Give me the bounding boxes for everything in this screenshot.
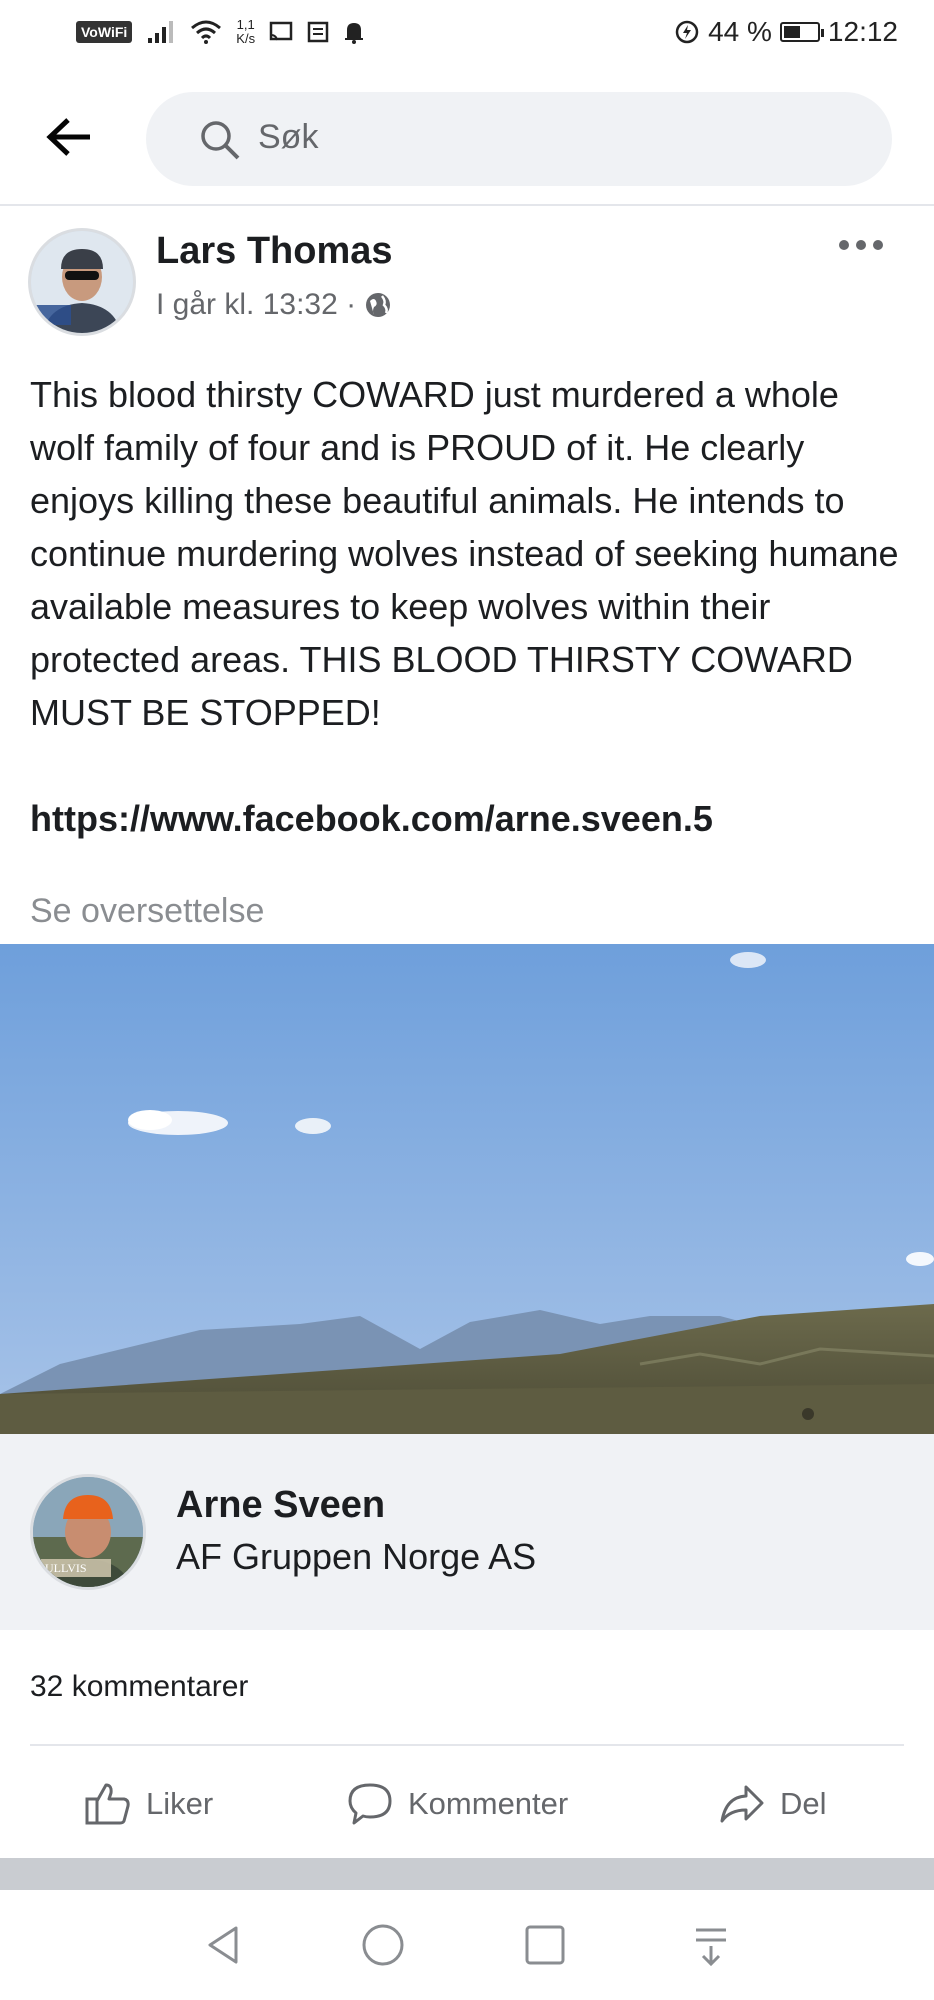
network-speed: 1,1 K/s	[236, 17, 256, 46]
battery-percent: 44 %	[708, 16, 772, 47]
author-name[interactable]: Lars Thomas	[156, 230, 393, 273]
back-arrow-icon[interactable]	[42, 112, 96, 162]
status-bar: VoWiFi 1,1 K/s 44 % 12:12	[0, 0, 934, 70]
see-translation-link[interactable]: Se oversettelse	[30, 892, 264, 931]
vowifi-indicator: VoWiFi	[76, 21, 133, 43]
more-options-icon[interactable]	[836, 230, 886, 260]
post-timestamp[interactable]: I går kl. 13:32 ·	[156, 288, 356, 322]
notification-icon	[307, 21, 329, 43]
comment-button[interactable]: Kommenter	[346, 1778, 568, 1830]
share-label: Del	[780, 1786, 827, 1821]
globe-icon	[366, 293, 391, 317]
post-image[interactable]	[0, 944, 934, 1434]
nav-back-icon[interactable]	[198, 1920, 248, 1970]
thumbs-up-icon	[85, 1783, 130, 1825]
card-subtitle: AF Gruppen Norge AS	[176, 1536, 537, 1577]
like-label: Liker	[146, 1786, 214, 1821]
charging-icon	[675, 20, 699, 44]
post-meta: I går kl. 13:32 ·	[156, 288, 392, 322]
clock: 12:12	[827, 16, 898, 47]
post-body: This blood thirsty COWARD just murdered …	[30, 374, 899, 733]
avatar-watermark: ULLVIS	[45, 1561, 87, 1575]
comment-label: Kommenter	[408, 1786, 569, 1821]
cast-icon	[269, 21, 293, 41]
system-nav-bar	[0, 1890, 934, 2000]
profile-avatar[interactable]: ULLVIS	[30, 1474, 146, 1590]
search-icon	[201, 121, 240, 160]
author-avatar[interactable]	[28, 228, 136, 336]
comment-icon	[348, 1783, 392, 1825]
share-button[interactable]: Del	[718, 1778, 827, 1830]
share-icon	[720, 1785, 764, 1823]
post-link[interactable]: https://www.facebook.com/arne.sveen.5	[30, 798, 713, 840]
nav-notifications-pull-icon[interactable]	[686, 1920, 736, 1970]
search-placeholder: Søk	[258, 118, 319, 156]
nav-recents-icon[interactable]	[520, 1920, 570, 1970]
divider	[30, 1744, 904, 1746]
comments-count[interactable]: 32 kommentarer	[30, 1670, 248, 1704]
bell-icon	[345, 23, 364, 44]
battery-icon	[779, 22, 824, 42]
nav-home-icon[interactable]	[358, 1920, 408, 1970]
search-header: Søk	[0, 70, 934, 206]
card-title[interactable]: Arne Sveen	[176, 1484, 385, 1527]
feed-separator	[0, 1858, 934, 1890]
signal-icon	[148, 21, 174, 43]
search-input[interactable]: Søk	[146, 92, 892, 186]
like-button[interactable]: Liker	[84, 1778, 213, 1830]
wifi-icon	[191, 20, 222, 44]
